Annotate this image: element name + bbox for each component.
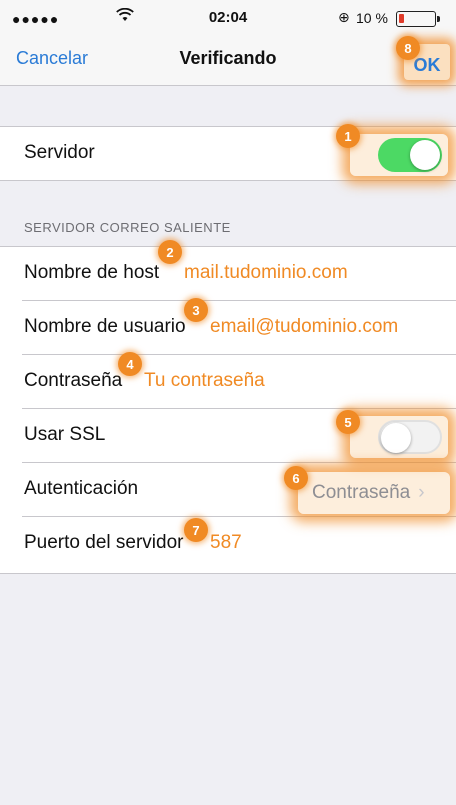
outgoing-section-header: SERVIDOR CORREO SALIENTE bbox=[24, 220, 231, 235]
step-badge-5: 5 bbox=[336, 410, 360, 434]
username-label: Nombre de usuario bbox=[24, 316, 186, 337]
host-value[interactable]: mail.tudominio.com bbox=[184, 262, 348, 284]
step-badge-6: 6 bbox=[284, 466, 308, 490]
status-bar: ●●●●● 02:04 ⊕ 10 % bbox=[0, 0, 456, 36]
page-title: Verificando bbox=[179, 48, 277, 68]
authentication-value: Contraseña bbox=[312, 482, 411, 503]
step-badge-8: 8 bbox=[396, 36, 420, 60]
username-value[interactable]: email@tudominio.com bbox=[210, 316, 398, 338]
step-badge-1: 1 bbox=[336, 124, 360, 148]
battery-percentage: 10 % bbox=[356, 10, 388, 26]
authentication-value-container[interactable]: Contraseña › bbox=[312, 482, 425, 504]
ssl-label: Usar SSL bbox=[24, 424, 106, 445]
server-label: Servidor bbox=[24, 142, 95, 163]
password-row[interactable]: Contraseña Tu contraseña bbox=[22, 355, 456, 409]
toggle-knob bbox=[381, 423, 411, 453]
step-badge-7: 7 bbox=[184, 518, 208, 542]
step-badge-3: 3 bbox=[184, 298, 208, 322]
password-value[interactable]: Tu contraseña bbox=[144, 370, 265, 392]
host-label: Nombre de host bbox=[24, 262, 160, 283]
orientation-lock-icon: ⊕ bbox=[338, 9, 350, 25]
password-label: Contraseña bbox=[24, 370, 123, 391]
port-value[interactable]: 587 bbox=[210, 532, 242, 554]
port-row[interactable]: Puerto del servidor 587 bbox=[22, 517, 456, 571]
step-badge-2: 2 bbox=[158, 240, 182, 264]
ssl-toggle[interactable] bbox=[378, 420, 442, 454]
battery-icon bbox=[396, 11, 440, 27]
port-label: Puerto del servidor bbox=[24, 532, 184, 553]
host-row[interactable]: Nombre de host mail.tudominio.com bbox=[22, 247, 456, 301]
authentication-label: Autenticación bbox=[24, 478, 139, 499]
server-toggle[interactable] bbox=[378, 138, 442, 172]
navigation-bar: Cancelar Verificando OK 8 bbox=[0, 36, 456, 86]
toggle-knob bbox=[410, 140, 440, 170]
chevron-right-icon: › bbox=[418, 482, 425, 503]
username-row[interactable]: Nombre de usuario email@tudominio.com bbox=[22, 301, 456, 355]
outgoing-server-group: Nombre de host mail.tudominio.com Nombre… bbox=[0, 246, 456, 574]
step-badge-4: 4 bbox=[118, 352, 142, 376]
